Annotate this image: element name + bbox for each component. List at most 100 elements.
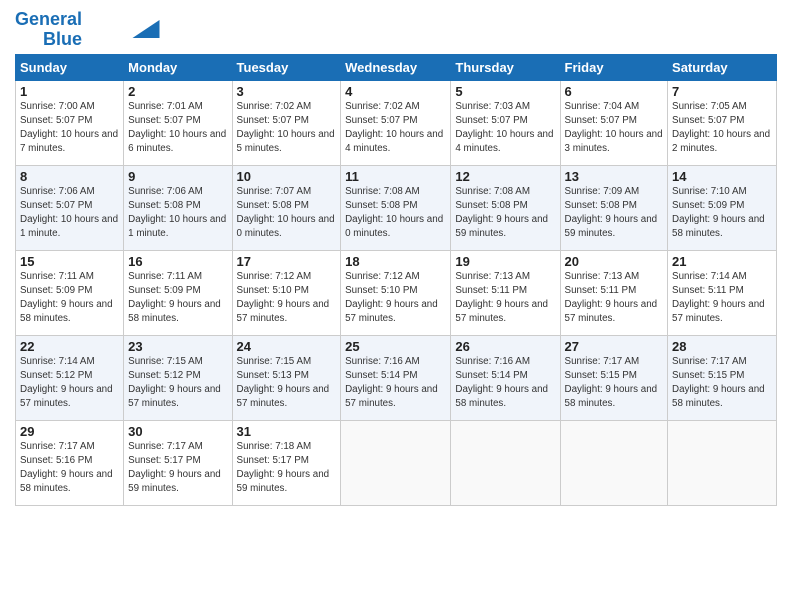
- day-info: Sunrise: 7:06 AM Sunset: 5:08 PM Dayligh…: [128, 185, 227, 242]
- day-cell: 30 Sunrise: 7:17 AM Sunset: 5:17 PM Dayl…: [124, 420, 232, 505]
- day-number: 5: [455, 84, 555, 99]
- day-cell: 3 Sunrise: 7:02 AM Sunset: 5:07 PM Dayli…: [232, 80, 341, 165]
- day-cell: 8 Sunrise: 7:06 AM Sunset: 5:07 PM Dayli…: [16, 165, 124, 250]
- day-number: 15: [20, 254, 119, 269]
- day-number: 10: [237, 169, 337, 184]
- day-info: Sunrise: 7:08 AM Sunset: 5:08 PM Dayligh…: [455, 185, 555, 242]
- day-cell: 19 Sunrise: 7:13 AM Sunset: 5:11 PM Dayl…: [451, 250, 560, 335]
- day-info: Sunrise: 7:05 AM Sunset: 5:07 PM Dayligh…: [672, 100, 772, 157]
- day-info: Sunrise: 7:02 AM Sunset: 5:07 PM Dayligh…: [345, 100, 446, 157]
- day-number: 4: [345, 84, 446, 99]
- day-info: Sunrise: 7:11 AM Sunset: 5:09 PM Dayligh…: [20, 270, 119, 327]
- header-sunday: Sunday: [16, 54, 124, 80]
- day-info: Sunrise: 7:16 AM Sunset: 5:14 PM Dayligh…: [345, 355, 446, 412]
- day-number: 27: [565, 339, 664, 354]
- day-info: Sunrise: 7:04 AM Sunset: 5:07 PM Dayligh…: [565, 100, 664, 157]
- logo: General Blue: [15, 10, 160, 50]
- day-number: 13: [565, 169, 664, 184]
- day-info: Sunrise: 7:11 AM Sunset: 5:09 PM Dayligh…: [128, 270, 227, 327]
- calendar-page: General Blue SundayMondayTuesdayWednesda…: [0, 0, 792, 612]
- day-cell: 21 Sunrise: 7:14 AM Sunset: 5:11 PM Dayl…: [668, 250, 777, 335]
- day-number: 1: [20, 84, 119, 99]
- day-info: Sunrise: 7:12 AM Sunset: 5:10 PM Dayligh…: [345, 270, 446, 327]
- day-cell: 10 Sunrise: 7:07 AM Sunset: 5:08 PM Dayl…: [232, 165, 341, 250]
- header-thursday: Thursday: [451, 54, 560, 80]
- day-number: 18: [345, 254, 446, 269]
- day-number: 9: [128, 169, 227, 184]
- day-cell: 20 Sunrise: 7:13 AM Sunset: 5:11 PM Dayl…: [560, 250, 668, 335]
- day-number: 29: [20, 424, 119, 439]
- day-cell: 24 Sunrise: 7:15 AM Sunset: 5:13 PM Dayl…: [232, 335, 341, 420]
- day-cell: 1 Sunrise: 7:00 AM Sunset: 5:07 PM Dayli…: [16, 80, 124, 165]
- day-cell: 31 Sunrise: 7:18 AM Sunset: 5:17 PM Dayl…: [232, 420, 341, 505]
- day-cell: 26 Sunrise: 7:16 AM Sunset: 5:14 PM Dayl…: [451, 335, 560, 420]
- day-info: Sunrise: 7:00 AM Sunset: 5:07 PM Dayligh…: [20, 100, 119, 157]
- day-info: Sunrise: 7:14 AM Sunset: 5:12 PM Dayligh…: [20, 355, 119, 412]
- day-info: Sunrise: 7:07 AM Sunset: 5:08 PM Dayligh…: [237, 185, 337, 242]
- day-info: Sunrise: 7:09 AM Sunset: 5:08 PM Dayligh…: [565, 185, 664, 242]
- day-info: Sunrise: 7:17 AM Sunset: 5:15 PM Dayligh…: [565, 355, 664, 412]
- day-cell: 27 Sunrise: 7:17 AM Sunset: 5:15 PM Dayl…: [560, 335, 668, 420]
- header-monday: Monday: [124, 54, 232, 80]
- calendar-header-row: SundayMondayTuesdayWednesdayThursdayFrid…: [16, 54, 777, 80]
- day-info: Sunrise: 7:14 AM Sunset: 5:11 PM Dayligh…: [672, 270, 772, 327]
- week-row-1: 1 Sunrise: 7:00 AM Sunset: 5:07 PM Dayli…: [16, 80, 777, 165]
- day-cell: [560, 420, 668, 505]
- day-info: Sunrise: 7:08 AM Sunset: 5:08 PM Dayligh…: [345, 185, 446, 242]
- day-number: 3: [237, 84, 337, 99]
- day-number: 21: [672, 254, 772, 269]
- day-number: 22: [20, 339, 119, 354]
- day-number: 7: [672, 84, 772, 99]
- day-cell: 17 Sunrise: 7:12 AM Sunset: 5:10 PM Dayl…: [232, 250, 341, 335]
- day-cell: 2 Sunrise: 7:01 AM Sunset: 5:07 PM Dayli…: [124, 80, 232, 165]
- day-info: Sunrise: 7:13 AM Sunset: 5:11 PM Dayligh…: [455, 270, 555, 327]
- day-number: 31: [237, 424, 337, 439]
- day-info: Sunrise: 7:17 AM Sunset: 5:15 PM Dayligh…: [672, 355, 772, 412]
- week-row-2: 8 Sunrise: 7:06 AM Sunset: 5:07 PM Dayli…: [16, 165, 777, 250]
- day-cell: 11 Sunrise: 7:08 AM Sunset: 5:08 PM Dayl…: [341, 165, 451, 250]
- day-info: Sunrise: 7:17 AM Sunset: 5:16 PM Dayligh…: [20, 440, 119, 497]
- day-cell: 6 Sunrise: 7:04 AM Sunset: 5:07 PM Dayli…: [560, 80, 668, 165]
- day-info: Sunrise: 7:06 AM Sunset: 5:07 PM Dayligh…: [20, 185, 119, 242]
- day-number: 6: [565, 84, 664, 99]
- week-row-4: 22 Sunrise: 7:14 AM Sunset: 5:12 PM Dayl…: [16, 335, 777, 420]
- week-row-3: 15 Sunrise: 7:11 AM Sunset: 5:09 PM Dayl…: [16, 250, 777, 335]
- day-cell: 7 Sunrise: 7:05 AM Sunset: 5:07 PM Dayli…: [668, 80, 777, 165]
- day-number: 16: [128, 254, 227, 269]
- day-number: 20: [565, 254, 664, 269]
- day-number: 24: [237, 339, 337, 354]
- day-number: 8: [20, 169, 119, 184]
- day-cell: 23 Sunrise: 7:15 AM Sunset: 5:12 PM Dayl…: [124, 335, 232, 420]
- week-row-5: 29 Sunrise: 7:17 AM Sunset: 5:16 PM Dayl…: [16, 420, 777, 505]
- logo-text-general: General: [15, 10, 82, 30]
- day-cell: [668, 420, 777, 505]
- day-cell: 14 Sunrise: 7:10 AM Sunset: 5:09 PM Dayl…: [668, 165, 777, 250]
- day-cell: 22 Sunrise: 7:14 AM Sunset: 5:12 PM Dayl…: [16, 335, 124, 420]
- day-cell: 18 Sunrise: 7:12 AM Sunset: 5:10 PM Dayl…: [341, 250, 451, 335]
- day-cell: 16 Sunrise: 7:11 AM Sunset: 5:09 PM Dayl…: [124, 250, 232, 335]
- day-info: Sunrise: 7:03 AM Sunset: 5:07 PM Dayligh…: [455, 100, 555, 157]
- day-number: 12: [455, 169, 555, 184]
- day-number: 25: [345, 339, 446, 354]
- header-friday: Friday: [560, 54, 668, 80]
- day-info: Sunrise: 7:01 AM Sunset: 5:07 PM Dayligh…: [128, 100, 227, 157]
- header-wednesday: Wednesday: [341, 54, 451, 80]
- day-cell: 15 Sunrise: 7:11 AM Sunset: 5:09 PM Dayl…: [16, 250, 124, 335]
- day-cell: 13 Sunrise: 7:09 AM Sunset: 5:08 PM Dayl…: [560, 165, 668, 250]
- day-cell: 12 Sunrise: 7:08 AM Sunset: 5:08 PM Dayl…: [451, 165, 560, 250]
- day-number: 2: [128, 84, 227, 99]
- day-cell: [451, 420, 560, 505]
- day-number: 26: [455, 339, 555, 354]
- day-info: Sunrise: 7:02 AM Sunset: 5:07 PM Dayligh…: [237, 100, 337, 157]
- day-cell: 29 Sunrise: 7:17 AM Sunset: 5:16 PM Dayl…: [16, 420, 124, 505]
- day-cell: 9 Sunrise: 7:06 AM Sunset: 5:08 PM Dayli…: [124, 165, 232, 250]
- day-info: Sunrise: 7:10 AM Sunset: 5:09 PM Dayligh…: [672, 185, 772, 242]
- calendar-table: SundayMondayTuesdayWednesdayThursdayFrid…: [15, 54, 777, 506]
- day-cell: [341, 420, 451, 505]
- header-saturday: Saturday: [668, 54, 777, 80]
- day-cell: 4 Sunrise: 7:02 AM Sunset: 5:07 PM Dayli…: [341, 80, 451, 165]
- logo-text-blue: Blue: [43, 30, 82, 50]
- day-number: 11: [345, 169, 446, 184]
- day-number: 17: [237, 254, 337, 269]
- page-header: General Blue: [15, 10, 777, 50]
